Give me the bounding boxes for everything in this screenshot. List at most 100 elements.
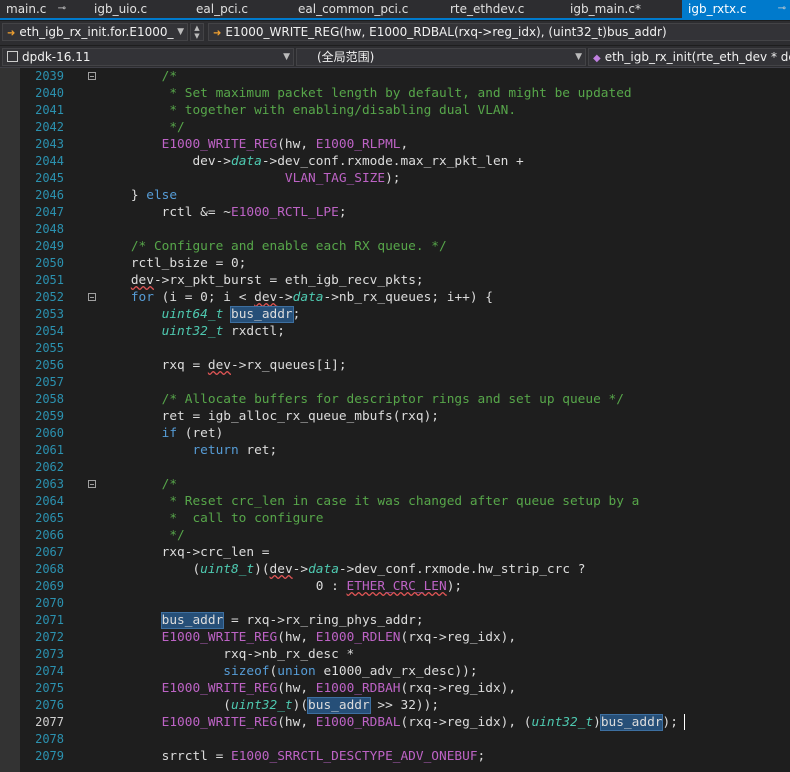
- code-token: ;: [338, 205, 347, 220]
- pin-icon[interactable]: ⊸: [778, 0, 786, 18]
- code-token: = rxq->rx_ring_phys_addr;: [223, 613, 424, 628]
- chevron-down-icon[interactable]: ▼: [177, 24, 184, 40]
- collapse-toggle-icon[interactable]: [88, 293, 96, 301]
- code-token: return: [192, 443, 239, 458]
- chevron-down-icon[interactable]: ▼: [283, 49, 290, 65]
- line-number: 2050: [35, 256, 64, 270]
- chevron-down-icon[interactable]: ▼: [194, 32, 199, 40]
- code-token: * together with enabling/disabling dual …: [169, 103, 517, 118]
- code-token: data: [308, 562, 339, 577]
- line-number: 2051: [35, 273, 64, 287]
- chevron-down-icon[interactable]: ▼: [575, 49, 582, 65]
- code-line: 0 : ETHER_CRC_LEN);: [100, 578, 790, 595]
- tab-igb-uio-c[interactable]: igb_uio.c: [88, 0, 184, 18]
- collapse-toggle-icon[interactable]: [88, 480, 96, 488]
- member-combo-label: E1000_WRITE_REG(hw, E1000_RDBAL(rxq->reg…: [225, 25, 667, 39]
- line-number: 2054: [35, 324, 64, 338]
- code-line: sizeof(union e1000_adv_rx_desc));: [100, 663, 790, 680]
- code-line: ret = igb_alloc_rx_queue_mbufs(rxq);: [100, 408, 790, 425]
- code-line: (uint8_t)(dev->data->dev_conf.rxmode.hw_…: [100, 561, 790, 578]
- code-line: * together with enabling/disabling dual …: [100, 102, 790, 119]
- line-number: 2039: [35, 69, 64, 83]
- tab-label: igb_rxtx.c: [688, 2, 747, 16]
- code-line: uint32_t rxdctl;: [100, 323, 790, 340]
- code-token: VLAN_TAG_SIZE: [284, 171, 386, 186]
- chevron-up-icon[interactable]: ▲: [194, 24, 199, 32]
- tab-igb-main-c-[interactable]: igb_main.c*: [564, 0, 676, 18]
- code-line: bus_addr = rxq->rx_ring_phys_addr;: [100, 612, 790, 629]
- code-token: ETHER_CRC_LEN: [346, 579, 447, 594]
- tab-label: main.c: [6, 2, 47, 16]
- line-number: 2042: [35, 120, 64, 134]
- code-area[interactable]: /* * Set maximum packet length by defaul…: [100, 68, 790, 772]
- tab-rte-ethdev-c[interactable]: rte_ethdev.c: [444, 0, 558, 18]
- code-token: dev: [269, 562, 293, 577]
- line-number: 2048: [35, 222, 64, 236]
- code-token: rxq->crc_len =: [100, 545, 270, 560]
- code-line: rxq->nb_rx_desc *: [100, 646, 790, 663]
- project-combo[interactable]: dpdk-16.11 ▼: [2, 48, 294, 66]
- function-scope-label: eth_igb_rx_init(rte_eth_dev * dev: [604, 50, 790, 64]
- tab-eal-common-pci-c[interactable]: eal_common_pci.c: [292, 0, 438, 18]
- collapse-toggle-icon[interactable]: [88, 72, 96, 80]
- tab-igb-rxtx-c[interactable]: igb_rxtx.c ⊸: [682, 0, 790, 18]
- code-token: rxq =: [100, 358, 208, 373]
- member-combo[interactable]: ➜ E1000_WRITE_REG(hw, E1000_RDBAL(rxq->re…: [208, 23, 790, 41]
- code-token: ->rx_pkt_burst = eth_igb_recv_pkts;: [153, 273, 424, 288]
- code-editor[interactable]: 2039 2040 2041 2042 2043 2044 2045 2046 2047 2048…: [0, 68, 790, 772]
- code-token: )(: [292, 698, 309, 713]
- code-token: rctl &= ~: [100, 205, 231, 220]
- tab-main-c[interactable]: main.c ⊸: [0, 0, 70, 18]
- line-number: 2071: [35, 613, 64, 627]
- scope-label: (全局范围): [317, 50, 375, 64]
- code-line: * Set maximum packet length by default, …: [100, 85, 790, 102]
- scope-combo[interactable]: (全局范围) ▼: [296, 48, 586, 66]
- code-token: else: [146, 188, 178, 203]
- line-number: 2074: [35, 664, 64, 678]
- code-token: 0 :: [100, 579, 347, 594]
- code-token: /*: [161, 477, 178, 492]
- code-token: ->rx_queues[i];: [231, 358, 347, 373]
- code-line: */: [100, 527, 790, 544]
- code-line: if (ret): [100, 425, 790, 442]
- function-combo[interactable]: ➜ eth_igb_rx_init.for.E1000_ ▼: [2, 23, 188, 41]
- function-scope-combo[interactable]: ◆ eth_igb_rx_init(rte_eth_dev * dev: [588, 48, 790, 66]
- code-token: )(: [254, 562, 270, 577]
- pin-icon[interactable]: ⊸: [58, 0, 66, 18]
- code-token: E1000_SRRCTL_DESCTYPE_ADV_ONEBUF: [230, 749, 478, 764]
- symbol-highlight: bus_addr: [160, 612, 225, 629]
- code-token: union: [277, 664, 316, 679]
- code-line: E1000_WRITE_REG(hw, E1000_RDLEN(rxq->reg…: [100, 629, 790, 646]
- tab-eal-pci-c[interactable]: eal_pci.c: [190, 0, 286, 18]
- function-combo-label: eth_igb_rx_init.for.E1000_: [19, 25, 174, 39]
- line-number: 2061: [35, 443, 64, 457]
- code-token: E1000_RLPML: [315, 137, 401, 152]
- line-number: 2070: [35, 596, 64, 610]
- line-number: 2047: [35, 205, 64, 219]
- code-line: * call to configure: [100, 510, 790, 527]
- code-token: * call to configure: [169, 511, 324, 526]
- document-tab-bar: main.c ⊸ igb_uio.c eal_pci.c eal_common_pci.…: [0, 0, 790, 20]
- code-line: return ret;: [100, 442, 790, 459]
- code-token: (: [100, 698, 231, 713]
- line-number: 2059: [35, 409, 64, 423]
- code-token: E1000_RDBAL: [315, 715, 401, 730]
- line-number: 2043: [35, 137, 64, 151]
- member-combo-spinner[interactable]: ▲ ▼: [190, 23, 204, 41]
- code-line: for (i = 0; i < dev->data->nb_rx_queues;…: [100, 289, 790, 306]
- code-token: rxq->nb_rx_desc *: [100, 647, 355, 662]
